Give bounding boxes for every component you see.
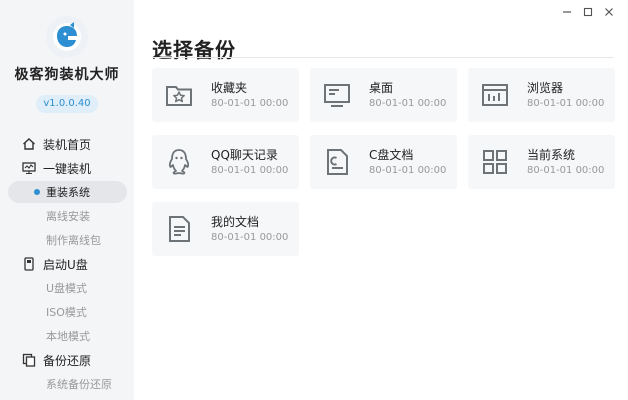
backup-card-qq-chat[interactable]: QQ聊天记录 80-01-01 00:00 — [152, 135, 299, 189]
sidebar-item-offline-install[interactable]: 离线安装 — [0, 204, 134, 228]
maximize-icon — [583, 7, 593, 17]
backup-card-desktop[interactable]: 桌面 80-01-01 00:00 — [310, 68, 457, 122]
backup-card-date: 80-01-01 00:00 — [369, 98, 447, 109]
backup-card-date: 80-01-01 00:00 — [369, 165, 447, 176]
minimize-icon — [563, 11, 571, 13]
desktop-icon — [322, 80, 352, 110]
sidebar-item-label: 制作离线包 — [46, 234, 101, 247]
sidebar-item-iso-mode[interactable]: ISO模式 — [0, 300, 134, 324]
backup-card-name: 我的文档 — [211, 215, 260, 229]
sidebar-item-label: U盘模式 — [46, 282, 88, 295]
favorites-folder-icon — [164, 80, 194, 110]
backup-card-date: 80-01-01 00:00 — [211, 232, 289, 243]
current-system-icon — [480, 147, 510, 177]
backup-card-favorites[interactable]: 收藏夹 80-01-01 00:00 — [152, 68, 299, 122]
sidebar-item-label: 备份还原 — [43, 353, 92, 368]
backup-card-my-documents[interactable]: 我的文档 80-01-01 00:00 — [152, 202, 299, 256]
sidebar-item-label: 本地模式 — [46, 330, 90, 343]
backup-card-browser[interactable]: 浏览器 80-01-01 00:00 — [468, 68, 615, 122]
app-logo — [46, 16, 88, 58]
sidebar-item-label: ISO模式 — [46, 306, 87, 319]
my-documents-icon — [164, 214, 194, 244]
sidebar-item-label: 系统备份还原 — [46, 378, 112, 391]
sidebar-nav: 装机首页 一键装机 重装系统 离线安装 制作离线包 启动U盘 U盘模式 ISO模… — [0, 132, 134, 396]
sidebar-item-label: 装机首页 — [43, 137, 92, 152]
sidebar-item-usb-mode[interactable]: U盘模式 — [0, 276, 134, 300]
backup-icon — [22, 353, 36, 367]
home-icon — [22, 137, 36, 151]
c-drive-document-icon — [322, 147, 352, 177]
backup-card-date: 80-01-01 00:00 — [527, 165, 605, 176]
sidebar-item-system-backup-restore[interactable]: 系统备份还原 — [0, 372, 134, 396]
version-badge: v1.0.0.40 — [36, 95, 98, 113]
minimize-button[interactable] — [560, 5, 574, 19]
backup-card-name: 收藏夹 — [211, 81, 248, 95]
qq-icon — [164, 147, 194, 177]
close-button[interactable] — [602, 5, 616, 19]
sidebar-item-label: 启动U盘 — [43, 257, 88, 272]
sidebar-item-make-offline-package[interactable]: 制作离线包 — [0, 228, 134, 252]
backup-card-name: 桌面 — [369, 81, 394, 95]
sidebar-item-one-click-install[interactable]: 一键装机 — [0, 156, 134, 180]
backup-card-current-system[interactable]: 当前系统 80-01-01 00:00 — [468, 135, 615, 189]
maximize-button[interactable] — [581, 5, 595, 19]
sidebar-item-backup-restore[interactable]: 备份还原 — [0, 348, 134, 372]
sidebar-item-label: 离线安装 — [46, 210, 90, 223]
sidebar-item-local-mode[interactable]: 本地模式 — [0, 324, 134, 348]
browser-icon — [480, 80, 510, 110]
title-divider — [152, 57, 614, 58]
app-name: 极客狗装机大师 — [14, 67, 120, 83]
sidebar: 极客狗装机大师 v1.0.0.40 装机首页 一键装机 重装系统 离线安装 制作… — [0, 0, 134, 400]
backup-card-name: QQ聊天记录 — [211, 148, 278, 162]
sidebar-item-home[interactable]: 装机首页 — [0, 132, 134, 156]
sidebar-item-usb-boot[interactable]: 启动U盘 — [0, 252, 134, 276]
monitor-icon — [22, 161, 36, 175]
dog-logo-icon — [53, 22, 81, 51]
backup-card-date: 80-01-01 00:00 — [527, 98, 605, 109]
backup-card-c-drive-documents[interactable]: C盘文档 80-01-01 00:00 — [310, 135, 457, 189]
sidebar-item-label: 一键装机 — [43, 161, 92, 176]
sidebar-item-reinstall-system[interactable]: 重装系统 — [0, 180, 134, 204]
backup-card-name: C盘文档 — [369, 148, 414, 162]
close-icon — [605, 8, 613, 16]
sidebar-item-label: 重装系统 — [46, 186, 90, 199]
backup-card-name: 当前系统 — [527, 148, 576, 162]
backup-card-date: 80-01-01 00:00 — [211, 165, 289, 176]
backup-card-date: 80-01-01 00:00 — [211, 98, 289, 109]
title-watermark: IOI — [238, 29, 270, 53]
page-title: 选择备份 — [152, 38, 236, 62]
backup-card-name: 浏览器 — [527, 81, 564, 95]
usb-drive-icon — [22, 257, 36, 271]
